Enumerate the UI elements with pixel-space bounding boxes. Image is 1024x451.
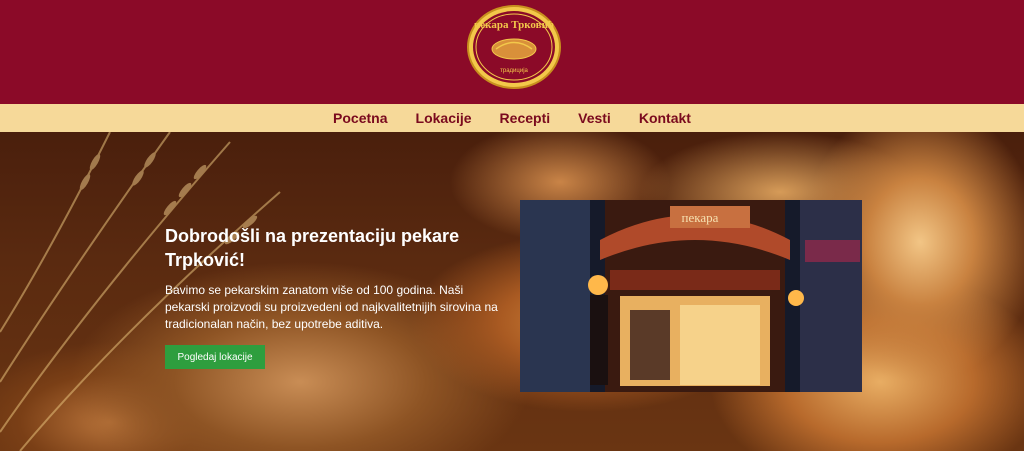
nav-item-kontakt[interactable]: Kontakt — [639, 104, 691, 132]
nav-item-recepti[interactable]: Recepti — [500, 104, 551, 132]
svg-text:пекара: пекара — [682, 210, 719, 225]
nav-item-vesti[interactable]: Vesti — [578, 104, 611, 132]
svg-text:пекара Трковић: пекара Трковић — [474, 19, 554, 31]
hero-description: Bavimo se pekarskim zanatom više od 100 … — [165, 283, 498, 331]
site-header: пекара Трковић традиција — [0, 0, 1024, 104]
hero-title: Dobrodošli na prezentaciju pekare Trpkov… — [165, 226, 460, 270]
svg-text:традиција: традиција — [500, 68, 528, 74]
main-nav: Pocetna Lokacije Recepti Vesti Kontakt — [0, 104, 1024, 132]
bakery-logo[interactable]: пекара Трковић традиција — [466, 4, 562, 90]
hero-section: Dobrodošli na prezentaciju pekare Trpkov… — [0, 132, 1024, 451]
nav-item-pocetna[interactable]: Pocetna — [333, 104, 387, 132]
nav-item-lokacije[interactable]: Lokacije — [416, 104, 472, 132]
view-locations-button[interactable]: Pogledaj lokacije — [165, 345, 265, 369]
bakery-storefront-photo: пекара — [520, 200, 862, 392]
